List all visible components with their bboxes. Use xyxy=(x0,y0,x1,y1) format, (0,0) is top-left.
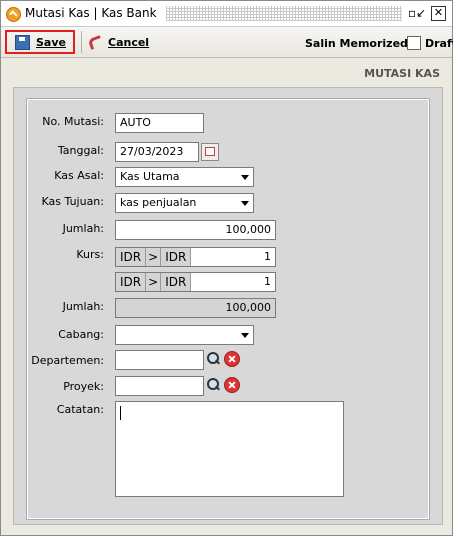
page-title: MUTASI KAS xyxy=(364,67,440,80)
toolbar-divider xyxy=(81,31,82,53)
kas-tujuan-value: kas penjualan xyxy=(120,196,197,209)
calendar-icon[interactable] xyxy=(201,143,219,161)
proyek-clear-icon[interactable] xyxy=(224,377,240,393)
departemen-field[interactable] xyxy=(115,350,204,370)
cancel-button[interactable]: Cancel xyxy=(87,30,149,54)
kurs-from-currency: IDR xyxy=(116,248,147,266)
toolbar: Save Cancel Salin Memorized Draft xyxy=(1,27,453,58)
close-icon[interactable]: ✕ xyxy=(431,6,446,21)
kurs-rate-input[interactable]: 1 xyxy=(191,248,275,266)
app-icon xyxy=(6,7,21,22)
draft-checkbox[interactable] xyxy=(407,36,421,50)
jumlah-converted-field: 100,000 xyxy=(115,298,276,318)
departemen-search-icon[interactable] xyxy=(205,351,221,367)
floppy-disk-icon xyxy=(15,34,30,50)
kurs-to-currency: IDR xyxy=(161,248,192,266)
kurs-separator: > xyxy=(146,273,162,291)
kurs-label: Kurs: xyxy=(76,248,104,261)
text-caret xyxy=(120,406,121,420)
jumlah-label: Jumlah: xyxy=(62,222,104,235)
proyek-field[interactable] xyxy=(115,376,204,396)
proyek-search-icon[interactable] xyxy=(205,377,221,393)
salin-memorized-button[interactable]: Salin Memorized xyxy=(305,37,408,50)
kas-tujuan-label: Kas Tujuan: xyxy=(41,195,104,208)
catatan-label: Catatan: xyxy=(56,403,104,416)
catatan-textarea[interactable] xyxy=(115,401,344,497)
undo-arrow-icon xyxy=(87,36,103,48)
kurs-row-2: IDR > IDR 1 xyxy=(115,272,276,292)
jumlah-converted-label: Jumlah: xyxy=(62,300,104,313)
cabang-select[interactable] xyxy=(115,325,254,345)
kas-asal-select[interactable]: Kas Utama xyxy=(115,167,254,187)
departemen-label: Departemen: xyxy=(31,354,104,367)
title-drag-grip[interactable] xyxy=(166,6,402,21)
jumlah-field[interactable]: 100,000 xyxy=(115,220,276,240)
kas-asal-value: Kas Utama xyxy=(120,170,180,183)
departemen-clear-icon[interactable] xyxy=(224,351,240,367)
title-bar: Mutasi Kas | Kas Bank ▫↙ ✕ xyxy=(1,1,452,27)
save-button[interactable]: Save xyxy=(5,30,75,54)
chevron-down-icon xyxy=(241,175,249,180)
kas-tujuan-select[interactable]: kas penjualan xyxy=(115,193,254,213)
form-panel: No. Mutasi: AUTO Tanggal: 27/03/2023 Kas… xyxy=(13,87,443,525)
mutasi-kas-window: Mutasi Kas | Kas Bank ▫↙ ✕ Save Cancel S… xyxy=(0,0,453,536)
no-mutasi-field[interactable]: AUTO xyxy=(115,113,204,133)
chevron-down-icon xyxy=(241,201,249,206)
proyek-label: Proyek: xyxy=(63,380,104,393)
cancel-label: Cancel xyxy=(108,35,150,49)
draft-label: Draft xyxy=(425,37,453,50)
cabang-label: Cabang: xyxy=(58,328,104,341)
tanggal-label: Tanggal: xyxy=(57,144,104,157)
kurs-rate-input[interactable]: 1 xyxy=(191,273,275,291)
kas-asal-label: Kas Asal: xyxy=(54,169,104,182)
kurs-from-currency: IDR xyxy=(116,273,147,291)
chevron-down-icon xyxy=(241,333,249,338)
window-title: Mutasi Kas | Kas Bank xyxy=(25,6,157,20)
restore-icon[interactable]: ▫↙ xyxy=(408,5,426,21)
kurs-row-1: IDR > IDR 1 xyxy=(115,247,276,267)
kurs-to-currency: IDR xyxy=(161,273,192,291)
save-label: Save xyxy=(36,35,66,49)
no-mutasi-label: No. Mutasi: xyxy=(42,115,104,128)
kurs-separator: > xyxy=(146,248,162,266)
tanggal-field[interactable]: 27/03/2023 xyxy=(115,142,199,162)
